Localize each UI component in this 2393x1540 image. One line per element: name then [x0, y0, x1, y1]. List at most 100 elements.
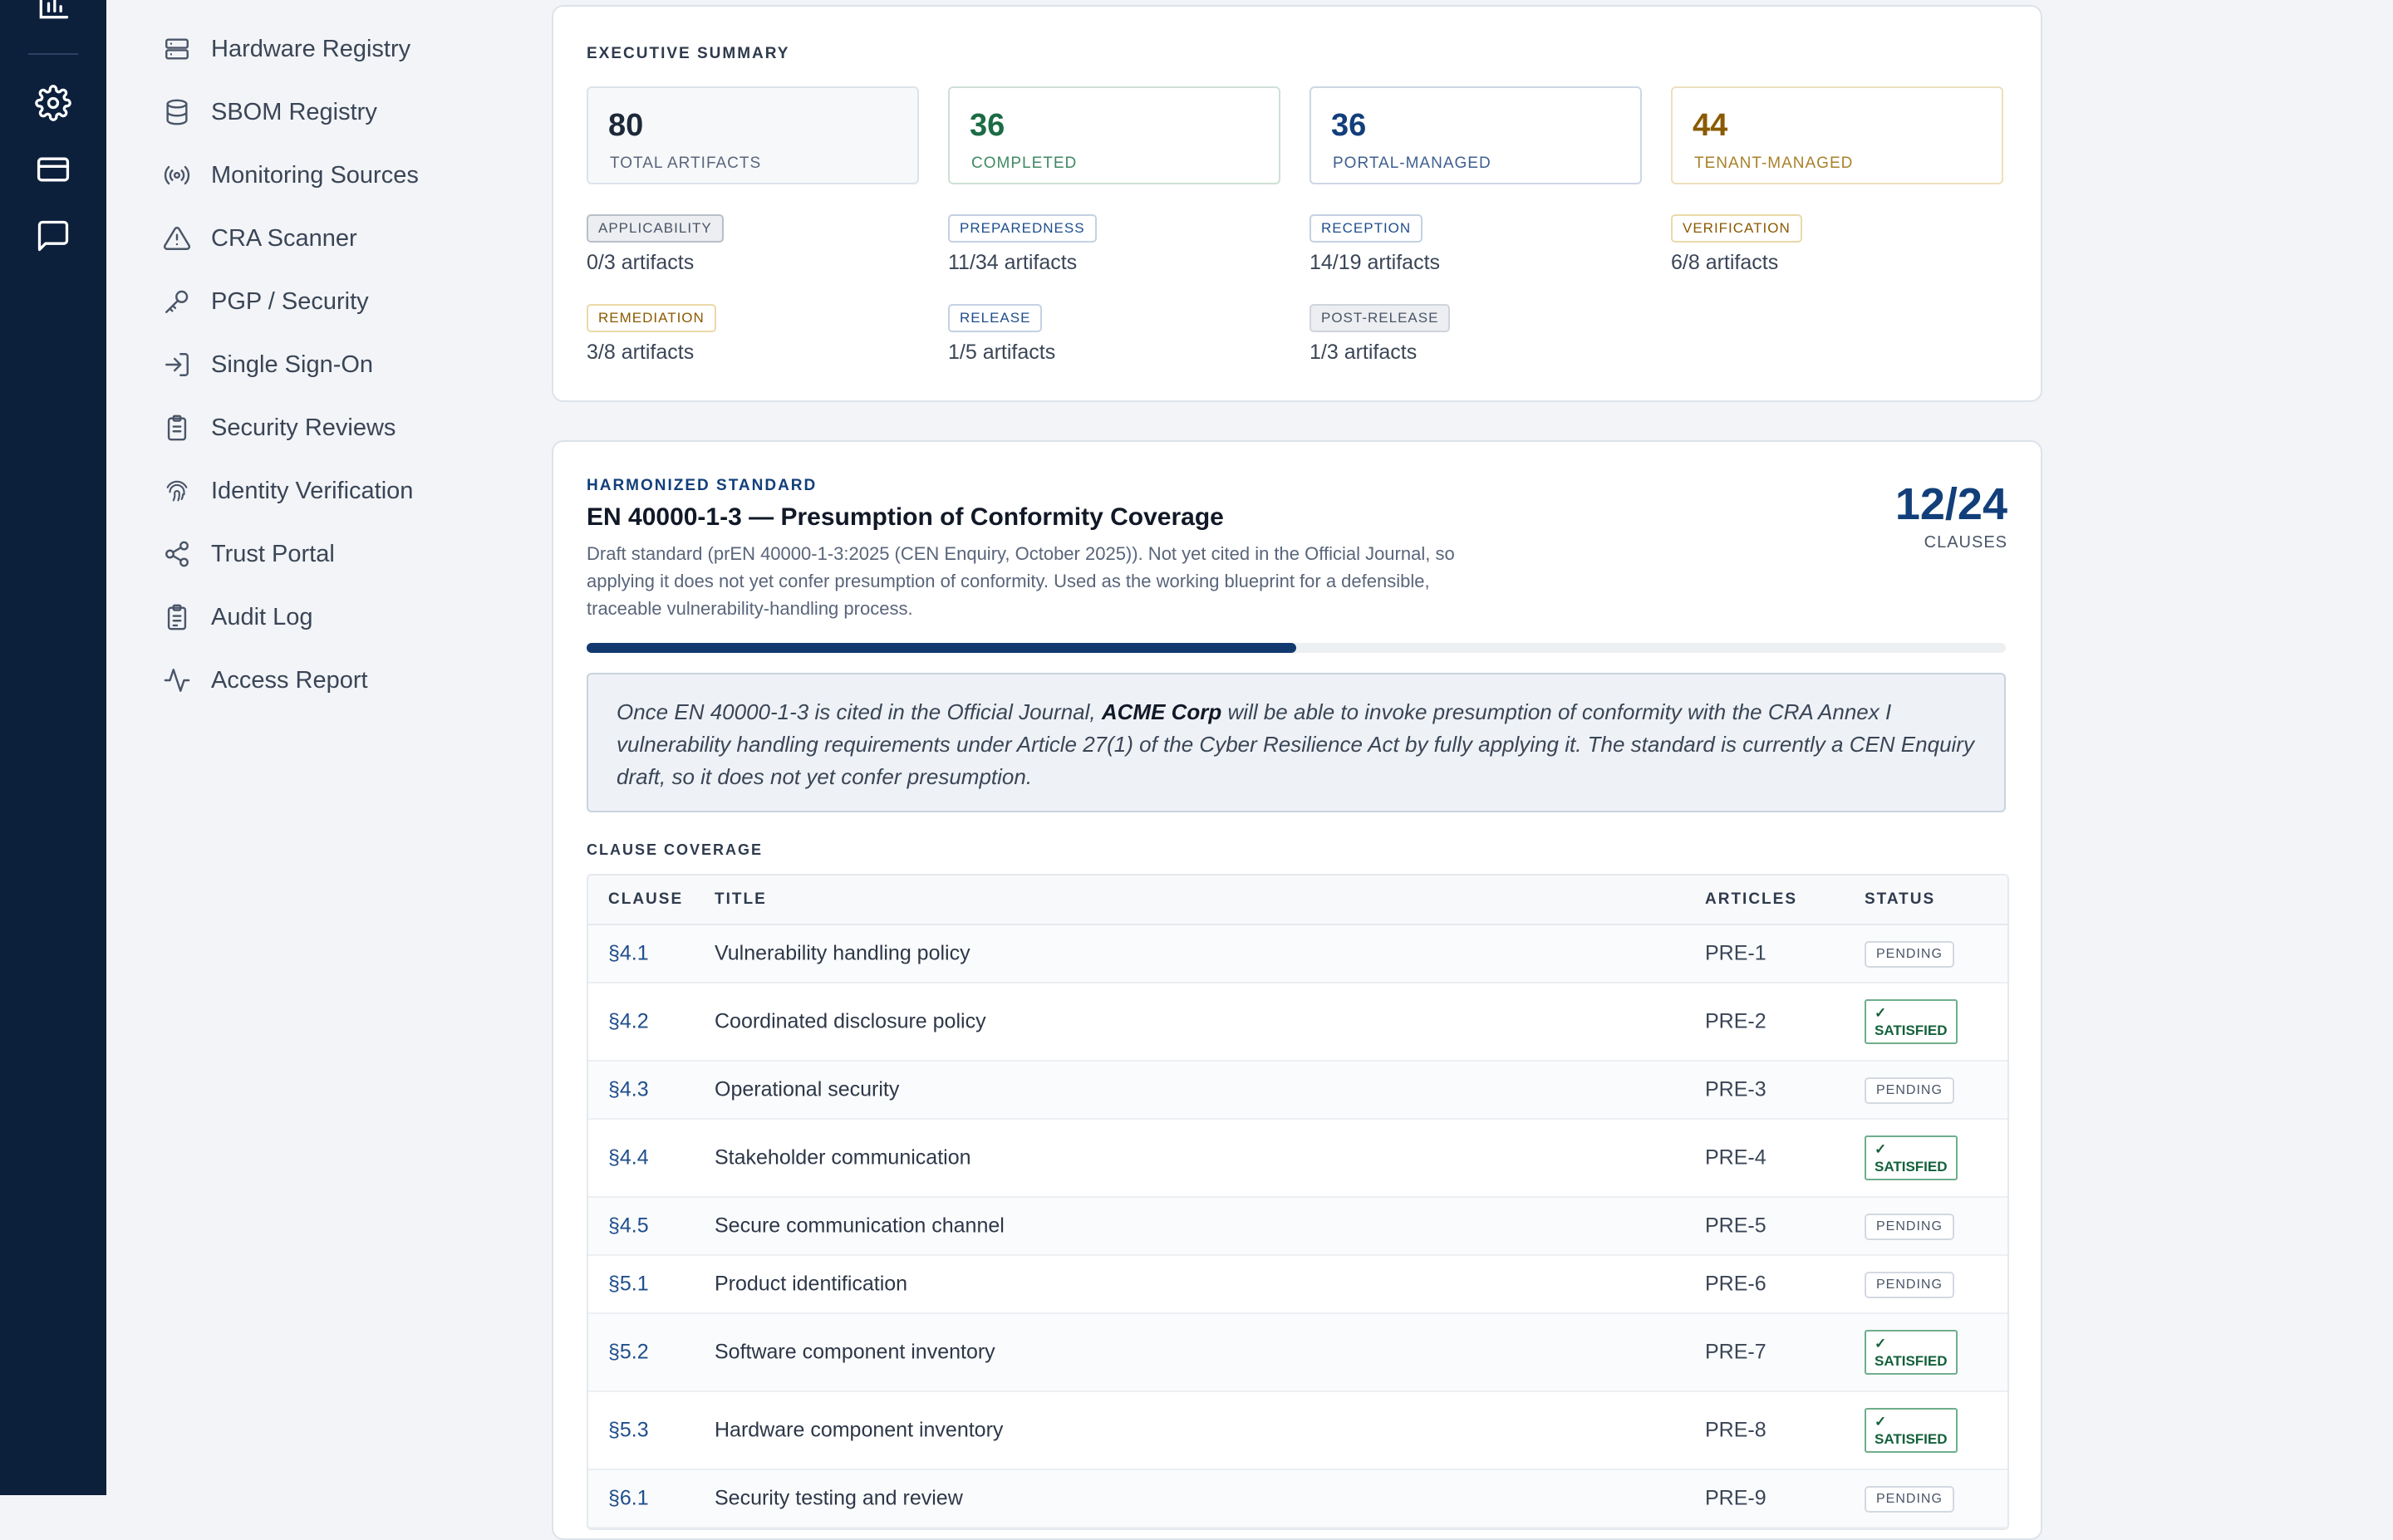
sidebar-item-sbom-registry[interactable]: SBOM Registry	[163, 87, 377, 137]
phase-remediation: REMEDIATION 3/8 artifacts	[587, 304, 716, 365]
sidebar-item-single-sign-on[interactable]: Single Sign-On	[163, 340, 373, 390]
clause-status: ✓ SATISFIED	[1865, 1330, 1958, 1375]
phase-badge: APPLICABILITY	[587, 214, 724, 243]
clause-link[interactable]: §5.1	[608, 1273, 649, 1297]
gear-icon[interactable]	[35, 85, 71, 121]
sidebar-item-label: Monitoring Sources	[211, 161, 419, 189]
clause-article: PRE-8	[1705, 1418, 1766, 1442]
clause-title: Vulnerability handling policy	[715, 941, 970, 965]
column-header-clause: CLAUSE	[608, 890, 684, 908]
check-icon: ✓	[1875, 1005, 1887, 1021]
sidebar-item-identity-verification[interactable]: Identity Verification	[163, 466, 413, 516]
executive-summary-card: EXECUTIVE SUMMARY 80 TOTAL ARTIFACTS 36 …	[552, 5, 2042, 402]
clause-link[interactable]: §5.2	[608, 1341, 649, 1365]
sidebar-item-label: Trust Portal	[211, 540, 335, 567]
phase-reception: RECEPTION 14/19 artifacts	[1310, 214, 1440, 275]
warning-triangle-icon	[163, 224, 191, 253]
table-row[interactable]: §4.5 Secure communication channel PRE-5 PEN…	[588, 1198, 2007, 1256]
sidebar-item-pgp-security[interactable]: PGP / Security	[163, 277, 369, 326]
satisfied-label: SATISFIED	[1875, 1023, 1948, 1038]
clause-status: PENDING	[1865, 1484, 1954, 1513]
sidebar-item-audit-log[interactable]: Audit Log	[163, 592, 313, 642]
sidebar-item-trust-portal[interactable]: Trust Portal	[163, 529, 335, 579]
sidebar-item-security-reviews[interactable]: Security Reviews	[163, 403, 396, 453]
table-row[interactable]: §5.3 Hardware component inventory PRE-8 ✓ SA…	[588, 1392, 2007, 1470]
clause-title: Operational security	[715, 1077, 900, 1101]
phase-count: 1/5 artifacts	[948, 341, 1056, 364]
sidebar-item-label: CRA Scanner	[211, 224, 357, 252]
table-row[interactable]: §4.2 Coordinated disclosure policy PRE-2 ✓ S…	[588, 983, 2007, 1062]
sidebar-item-cra-scanner[interactable]: CRA Scanner	[163, 213, 357, 263]
credit-card-icon[interactable]	[35, 151, 71, 188]
chat-icon[interactable]	[35, 218, 71, 254]
table-row[interactable]: §5.1 Product identification PRE-6 PENDING	[588, 1256, 2007, 1314]
phase-preparedness: PREPAREDNESS 11/34 artifacts	[948, 214, 1097, 275]
sidebar-item-label: Security Reviews	[211, 414, 396, 441]
sidebar-item-monitoring-sources[interactable]: Monitoring Sources	[163, 150, 419, 200]
share-icon	[163, 540, 191, 568]
clause-article: PRE-4	[1705, 1145, 1766, 1170]
clause-title: Product identification	[715, 1272, 908, 1296]
metric-total-artifacts: 80 TOTAL ARTIFACTS	[587, 86, 919, 184]
clause-coverage-heading: CLAUSE COVERAGE	[587, 841, 764, 858]
satisfied-label: SATISFIED	[1875, 1431, 1948, 1447]
rail-divider	[28, 53, 78, 55]
metric-label: TENANT-MANAGED	[1694, 154, 1854, 172]
standard-title: EN 40000-1-3 — Presumption of Conformity…	[587, 503, 1224, 531]
table-header: CLAUSE TITLE ARTICLES STATUS	[588, 875, 2007, 925]
metric-portal-managed: 36 PORTAL-MANAGED	[1310, 86, 1642, 184]
summary-heading: EXECUTIVE SUMMARY	[587, 45, 790, 62]
clause-status: PENDING	[1865, 939, 1954, 968]
table-row[interactable]: §4.3 Operational security PRE-3 PENDING	[588, 1062, 2007, 1120]
clause-coverage-table: CLAUSE TITLE ARTICLES STATUS §4.1 Vulnera…	[587, 874, 2009, 1530]
clause-link[interactable]: §4.4	[608, 1146, 649, 1170]
clause-link[interactable]: §4.1	[608, 942, 649, 966]
clause-link[interactable]: §6.1	[608, 1487, 649, 1511]
satisfied-badge: ✓ SATISFIED	[1865, 1135, 1958, 1180]
activity-icon	[163, 666, 191, 694]
metric-value: 36	[970, 108, 1005, 143]
phase-applicability: APPLICABILITY 0/3 artifacts	[587, 214, 724, 275]
clause-status: PENDING	[1865, 1212, 1954, 1240]
bar-chart-icon[interactable]	[35, 0, 71, 23]
clause-article: PRE-3	[1705, 1077, 1766, 1101]
clause-score: 12/24	[1894, 479, 2007, 529]
clipboard-list-icon	[163, 603, 191, 631]
standard-eyebrow: HARMONIZED STANDARD	[587, 477, 818, 494]
phase-count: 6/8 artifacts	[1671, 251, 1779, 274]
column-header-title: TITLE	[715, 890, 767, 908]
clause-article: PRE-1	[1705, 941, 1766, 965]
table-body: §4.1 Vulnerability handling policy PRE-1 PE…	[588, 925, 2007, 1528]
phase-badge: REMEDIATION	[587, 304, 716, 332]
coverage-progress-fill	[587, 643, 1296, 653]
server-icon	[163, 35, 191, 63]
sidebar-item-label: Audit Log	[211, 603, 313, 630]
clause-link[interactable]: §5.3	[608, 1419, 649, 1443]
table-row[interactable]: §4.1 Vulnerability handling policy PRE-1 PE…	[588, 925, 2007, 983]
table-row[interactable]: §4.4 Stakeholder communication PRE-4 ✓ SATIS…	[588, 1120, 2007, 1198]
table-row[interactable]: §6.1 Security testing and review PRE-9 PEND…	[588, 1470, 2007, 1528]
clause-status: PENDING	[1865, 1270, 1954, 1298]
table-row[interactable]: §5.2 Software component inventory PRE-7 ✓ SA…	[588, 1314, 2007, 1392]
phase-count: 3/8 artifacts	[587, 341, 695, 364]
sidebar-item-hardware-registry[interactable]: Hardware Registry	[163, 24, 410, 74]
check-icon: ✓	[1875, 1414, 1887, 1430]
clause-link[interactable]: §4.5	[608, 1214, 649, 1238]
clause-status: ✓ SATISFIED	[1865, 999, 1958, 1044]
satisfied-badge: ✓ SATISFIED	[1865, 1408, 1958, 1453]
pending-badge: PENDING	[1865, 1486, 1954, 1513]
check-icon: ✓	[1875, 1336, 1887, 1351]
clause-title: Security testing and review	[715, 1486, 963, 1510]
sidebar-item-label: Identity Verification	[211, 477, 414, 504]
clause-article: PRE-2	[1705, 1009, 1766, 1033]
clause-status: ✓ SATISFIED	[1865, 1135, 1958, 1180]
sidebar-item-label: PGP / Security	[211, 287, 369, 315]
sidebar-item-access-report[interactable]: Access Report	[163, 655, 368, 705]
clause-link[interactable]: §4.3	[608, 1078, 649, 1102]
clause-link[interactable]: §4.2	[608, 1010, 649, 1034]
phase-post-release: POST-RELEASE 1/3 artifacts	[1310, 304, 1451, 365]
callout-organization: ACME Corp	[1101, 699, 1222, 724]
satisfied-label: SATISFIED	[1875, 1353, 1948, 1369]
metric-completed: 36 COMPLETED	[948, 86, 1280, 184]
coverage-progress-bar	[587, 643, 2006, 653]
